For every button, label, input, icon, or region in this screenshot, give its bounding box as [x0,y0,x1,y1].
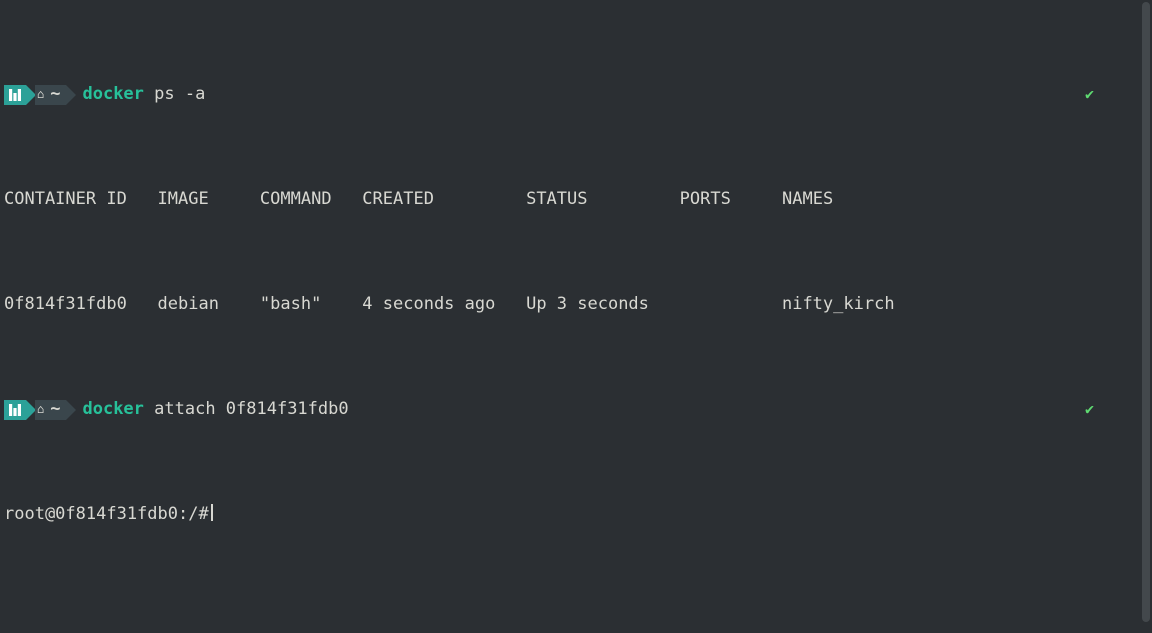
scrollbar[interactable] [1142,2,1150,622]
tilde-label: ~ [50,399,60,420]
prompt-line-1: ⌂ ~ docker ps -a ✔ [4,84,1148,105]
success-check-icon: ✔ [1085,399,1094,420]
distro-badge: ⌂ ~ [4,85,76,105]
prompt-line-2: ⌂ ~ docker attach 0f814f31fdb0 ✔ [4,399,1148,420]
cell-status: Up 3 seconds [526,294,649,314]
col-container-id: CONTAINER ID [4,189,127,209]
path-badge: ⌂ ~ [35,85,66,105]
path-badge: ⌂ ~ [35,400,66,420]
col-ports: PORTS [680,189,731,209]
cell-names: nifty_kirch [782,294,895,314]
cell-image: debian [158,294,219,314]
container-shell-line[interactable]: root@0f814f31fdb0:/# [4,504,1148,525]
command-keyword: docker [82,84,143,105]
cursor-icon [211,504,213,521]
home-icon: ⌂ [37,399,44,420]
command-args: ps -a [144,84,205,105]
tilde-label: ~ [50,84,60,105]
success-check-icon: ✔ [1085,84,1094,105]
col-image: IMAGE [158,189,209,209]
col-created: CREATED [362,189,434,209]
cell-created: 4 seconds ago [362,294,495,314]
col-status: STATUS [526,189,587,209]
path-arrow-icon [66,400,76,420]
cell-container-id: 0f814f31fdb0 [4,294,127,314]
command-args: attach 0f814f31fdb0 [144,399,349,420]
cell-command: "bash" [260,294,321,314]
manjaro-icon [4,85,26,105]
home-icon: ⌂ [37,84,44,105]
table-header-row: CONTAINER ID IMAGE COMMAND CREATED STATU… [4,189,1148,210]
container-shell-prompt: root@0f814f31fdb0:/# [4,504,209,524]
col-names: NAMES [782,189,833,209]
table-row: 0f814f31fdb0 debian "bash" 4 seconds ago… [4,294,1148,315]
terminal-output[interactable]: ⌂ ~ docker ps -a ✔ CONTAINER ID IMAGE CO… [0,0,1152,567]
command-keyword: docker [82,399,143,420]
col-command: COMMAND [260,189,332,209]
manjaro-icon [4,400,26,420]
distro-badge: ⌂ ~ [4,400,76,420]
path-arrow-icon [66,85,76,105]
